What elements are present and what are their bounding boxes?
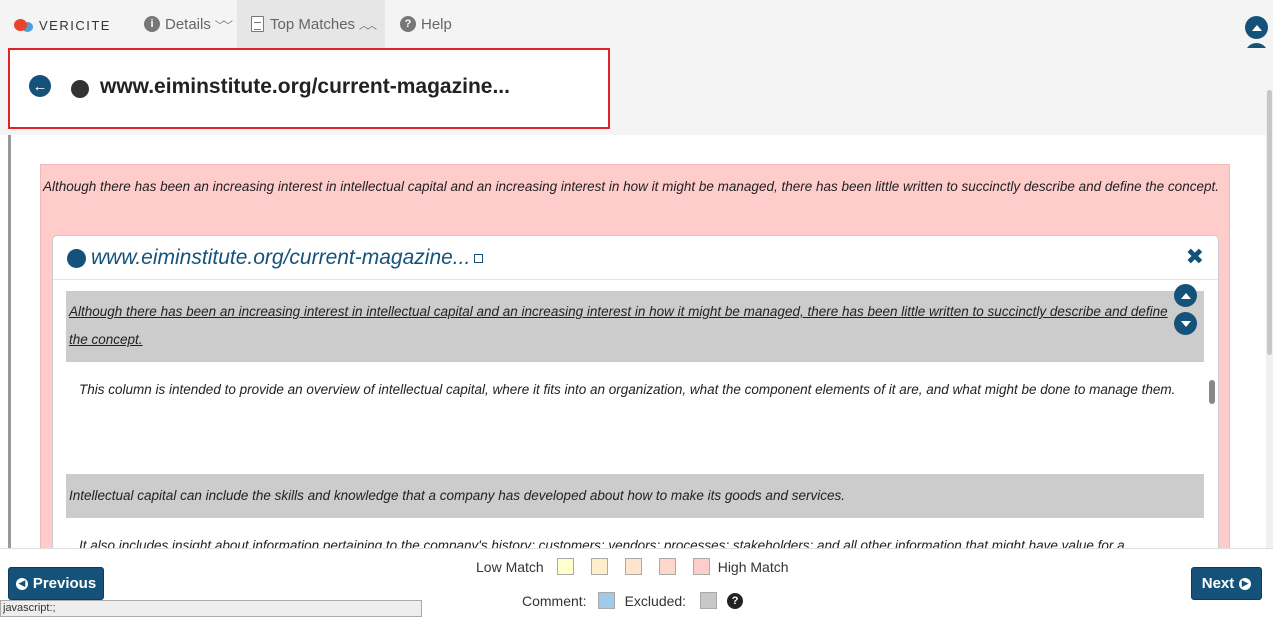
arrow-up-icon bbox=[1251, 24, 1262, 31]
match-panel-title-text: www.eiminstitute.org/current-magazine... bbox=[91, 246, 471, 269]
match-panel-title[interactable]: www.eiminstitute.org/current-magazine... bbox=[91, 246, 484, 270]
globe-icon bbox=[67, 249, 86, 268]
match-legend: Low Match High Match bbox=[476, 558, 789, 575]
chevron-double-down-icon: ﹀﹀ bbox=[214, 20, 233, 32]
scroll-up-button[interactable] bbox=[1245, 16, 1268, 39]
external-link-icon[interactable] bbox=[474, 254, 484, 263]
legend-swatch-5 bbox=[692, 558, 710, 575]
vericite-logo: VERICITE bbox=[14, 16, 111, 34]
tab-top-matches-label: Top Matches bbox=[270, 15, 356, 33]
previous-button-label: Previous bbox=[32, 575, 97, 592]
back-arrow-icon[interactable]: ← bbox=[29, 75, 51, 97]
tab-details-label: Details bbox=[165, 15, 211, 33]
top-navigation-bar: VERICITE i Details ﹀﹀ Top Matches ︿︿ ? H… bbox=[0, 0, 1273, 48]
arrow-right-icon: ▶ bbox=[1239, 577, 1252, 590]
match-paragraph-1: Although there has been an increasing in… bbox=[69, 304, 1168, 347]
match-next-button[interactable] bbox=[1174, 312, 1197, 335]
browser-status-bar: javascript:; bbox=[0, 600, 422, 617]
tab-help-label: Help bbox=[421, 15, 452, 33]
match-paragraph-2: This column is intended to provide an ov… bbox=[79, 382, 1176, 397]
legend-swatch-1 bbox=[556, 558, 574, 575]
low-match-label: Low Match bbox=[476, 558, 544, 575]
chevron-double-up-icon: ︿︿ bbox=[359, 20, 377, 32]
next-button[interactable]: Next ▶ bbox=[1191, 567, 1262, 600]
legend-help-icon[interactable]: ? bbox=[727, 592, 744, 609]
arrow-down-icon bbox=[1180, 320, 1191, 327]
page-scrollbar[interactable] bbox=[1266, 90, 1273, 550]
legend-swatch-4 bbox=[658, 558, 676, 575]
arrow-up-icon bbox=[1180, 292, 1191, 299]
match-paragraph-3: Intellectual capital can include the ski… bbox=[69, 488, 845, 503]
matched-passage-text: Although there has been an increasing in… bbox=[43, 179, 1219, 194]
comment-legend: Comment: Excluded: ? bbox=[522, 592, 744, 609]
tab-help[interactable]: ? Help bbox=[396, 0, 460, 48]
legend-swatch-3 bbox=[624, 558, 642, 575]
next-button-label: Next bbox=[1201, 575, 1235, 592]
match-panel-header: www.eiminstitute.org/current-magazine...… bbox=[53, 236, 1218, 280]
source-title: www.eiminstitute.org/current-magazine... bbox=[100, 75, 510, 98]
legend-swatch-2 bbox=[590, 558, 608, 575]
question-icon: ? bbox=[400, 16, 416, 32]
logo-bubble-red bbox=[14, 19, 27, 31]
arrow-left-icon: ◀ bbox=[15, 577, 28, 590]
page-scrollbar-thumb[interactable] bbox=[1267, 90, 1272, 355]
tab-details[interactable]: i Details ﹀﹀ bbox=[140, 0, 233, 48]
logo-text: VERICITE bbox=[39, 17, 111, 33]
excluded-swatch bbox=[700, 592, 718, 609]
match-prev-button[interactable] bbox=[1174, 284, 1197, 307]
match-paragraph-4: It also includes insight about informati… bbox=[79, 538, 1125, 548]
panel-scrollbar-thumb[interactable] bbox=[1209, 380, 1215, 404]
previous-button[interactable]: ◀ Previous bbox=[8, 567, 104, 600]
comment-label: Comment: bbox=[522, 592, 587, 609]
tab-top-matches[interactable]: Top Matches ︿︿ bbox=[237, 0, 385, 48]
source-header-highlight: ← www.eiminstitute.org/current-magazine.… bbox=[8, 48, 610, 129]
comment-swatch bbox=[597, 592, 615, 609]
excluded-label: Excluded: bbox=[624, 592, 687, 609]
info-icon: i bbox=[144, 16, 160, 32]
globe-icon bbox=[71, 80, 89, 98]
document-icon bbox=[251, 16, 264, 32]
close-icon[interactable]: ✖ bbox=[1186, 244, 1204, 270]
high-match-label: High Match bbox=[717, 558, 789, 575]
